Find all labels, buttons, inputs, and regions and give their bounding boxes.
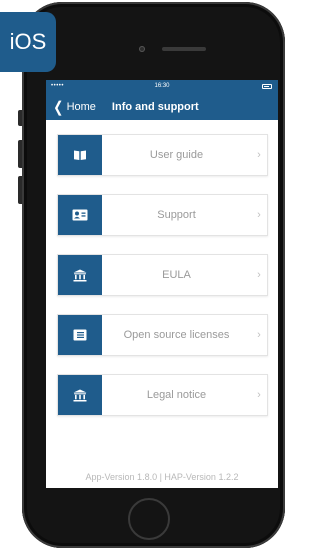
navigation-bar: ❮ Home Info and support [46,94,278,120]
menu-list: User guide › Support › EULA › Open sourc… [57,134,268,434]
chevron-right-icon: › [257,269,261,281]
chevron-left-icon: ❮ [53,98,64,116]
chevron-right-icon: › [257,389,261,401]
menu-item-support[interactable]: Support › [57,194,268,236]
document-icon [58,315,102,355]
chevron-right-icon: › [257,149,261,161]
app-screen: ••••• 16:30 ❮ Home Info and support User… [46,80,278,488]
institution-icon [58,375,102,415]
chevron-right-icon: › [257,209,261,221]
menu-item-label: Open source licenses [123,329,230,341]
menu-item-label: Legal notice [146,389,207,401]
page-title: Info and support [111,101,199,113]
home-button[interactable] [128,498,170,540]
chevron-right-icon: › [257,329,261,341]
menu-item-user-guide[interactable]: User guide › [57,134,268,176]
book-icon [58,135,102,175]
version-footer: App-Version 1.8.0 | HAP-Version 1.2.2 [85,472,239,482]
contact-card-icon [58,195,102,235]
back-label: Home [66,101,96,113]
status-time: 16:30 [154,83,170,89]
status-bar: ••••• 16:30 [46,80,278,94]
back-button[interactable]: ❮ Home [52,100,96,115]
battery-icon [262,84,272,89]
menu-item-label: Support [157,209,196,221]
menu-item-legal-notice[interactable]: Legal notice › [57,374,268,416]
earpiece-speaker [162,47,206,51]
menu-item-eula[interactable]: EULA › [57,254,268,296]
menu-item-open-source-licenses[interactable]: Open source licenses › [57,314,268,356]
institution-icon [58,255,102,295]
os-badge: iOS [0,12,56,72]
menu-item-label: User guide [149,149,204,161]
front-camera [139,46,145,52]
menu-item-label: EULA [162,269,191,281]
